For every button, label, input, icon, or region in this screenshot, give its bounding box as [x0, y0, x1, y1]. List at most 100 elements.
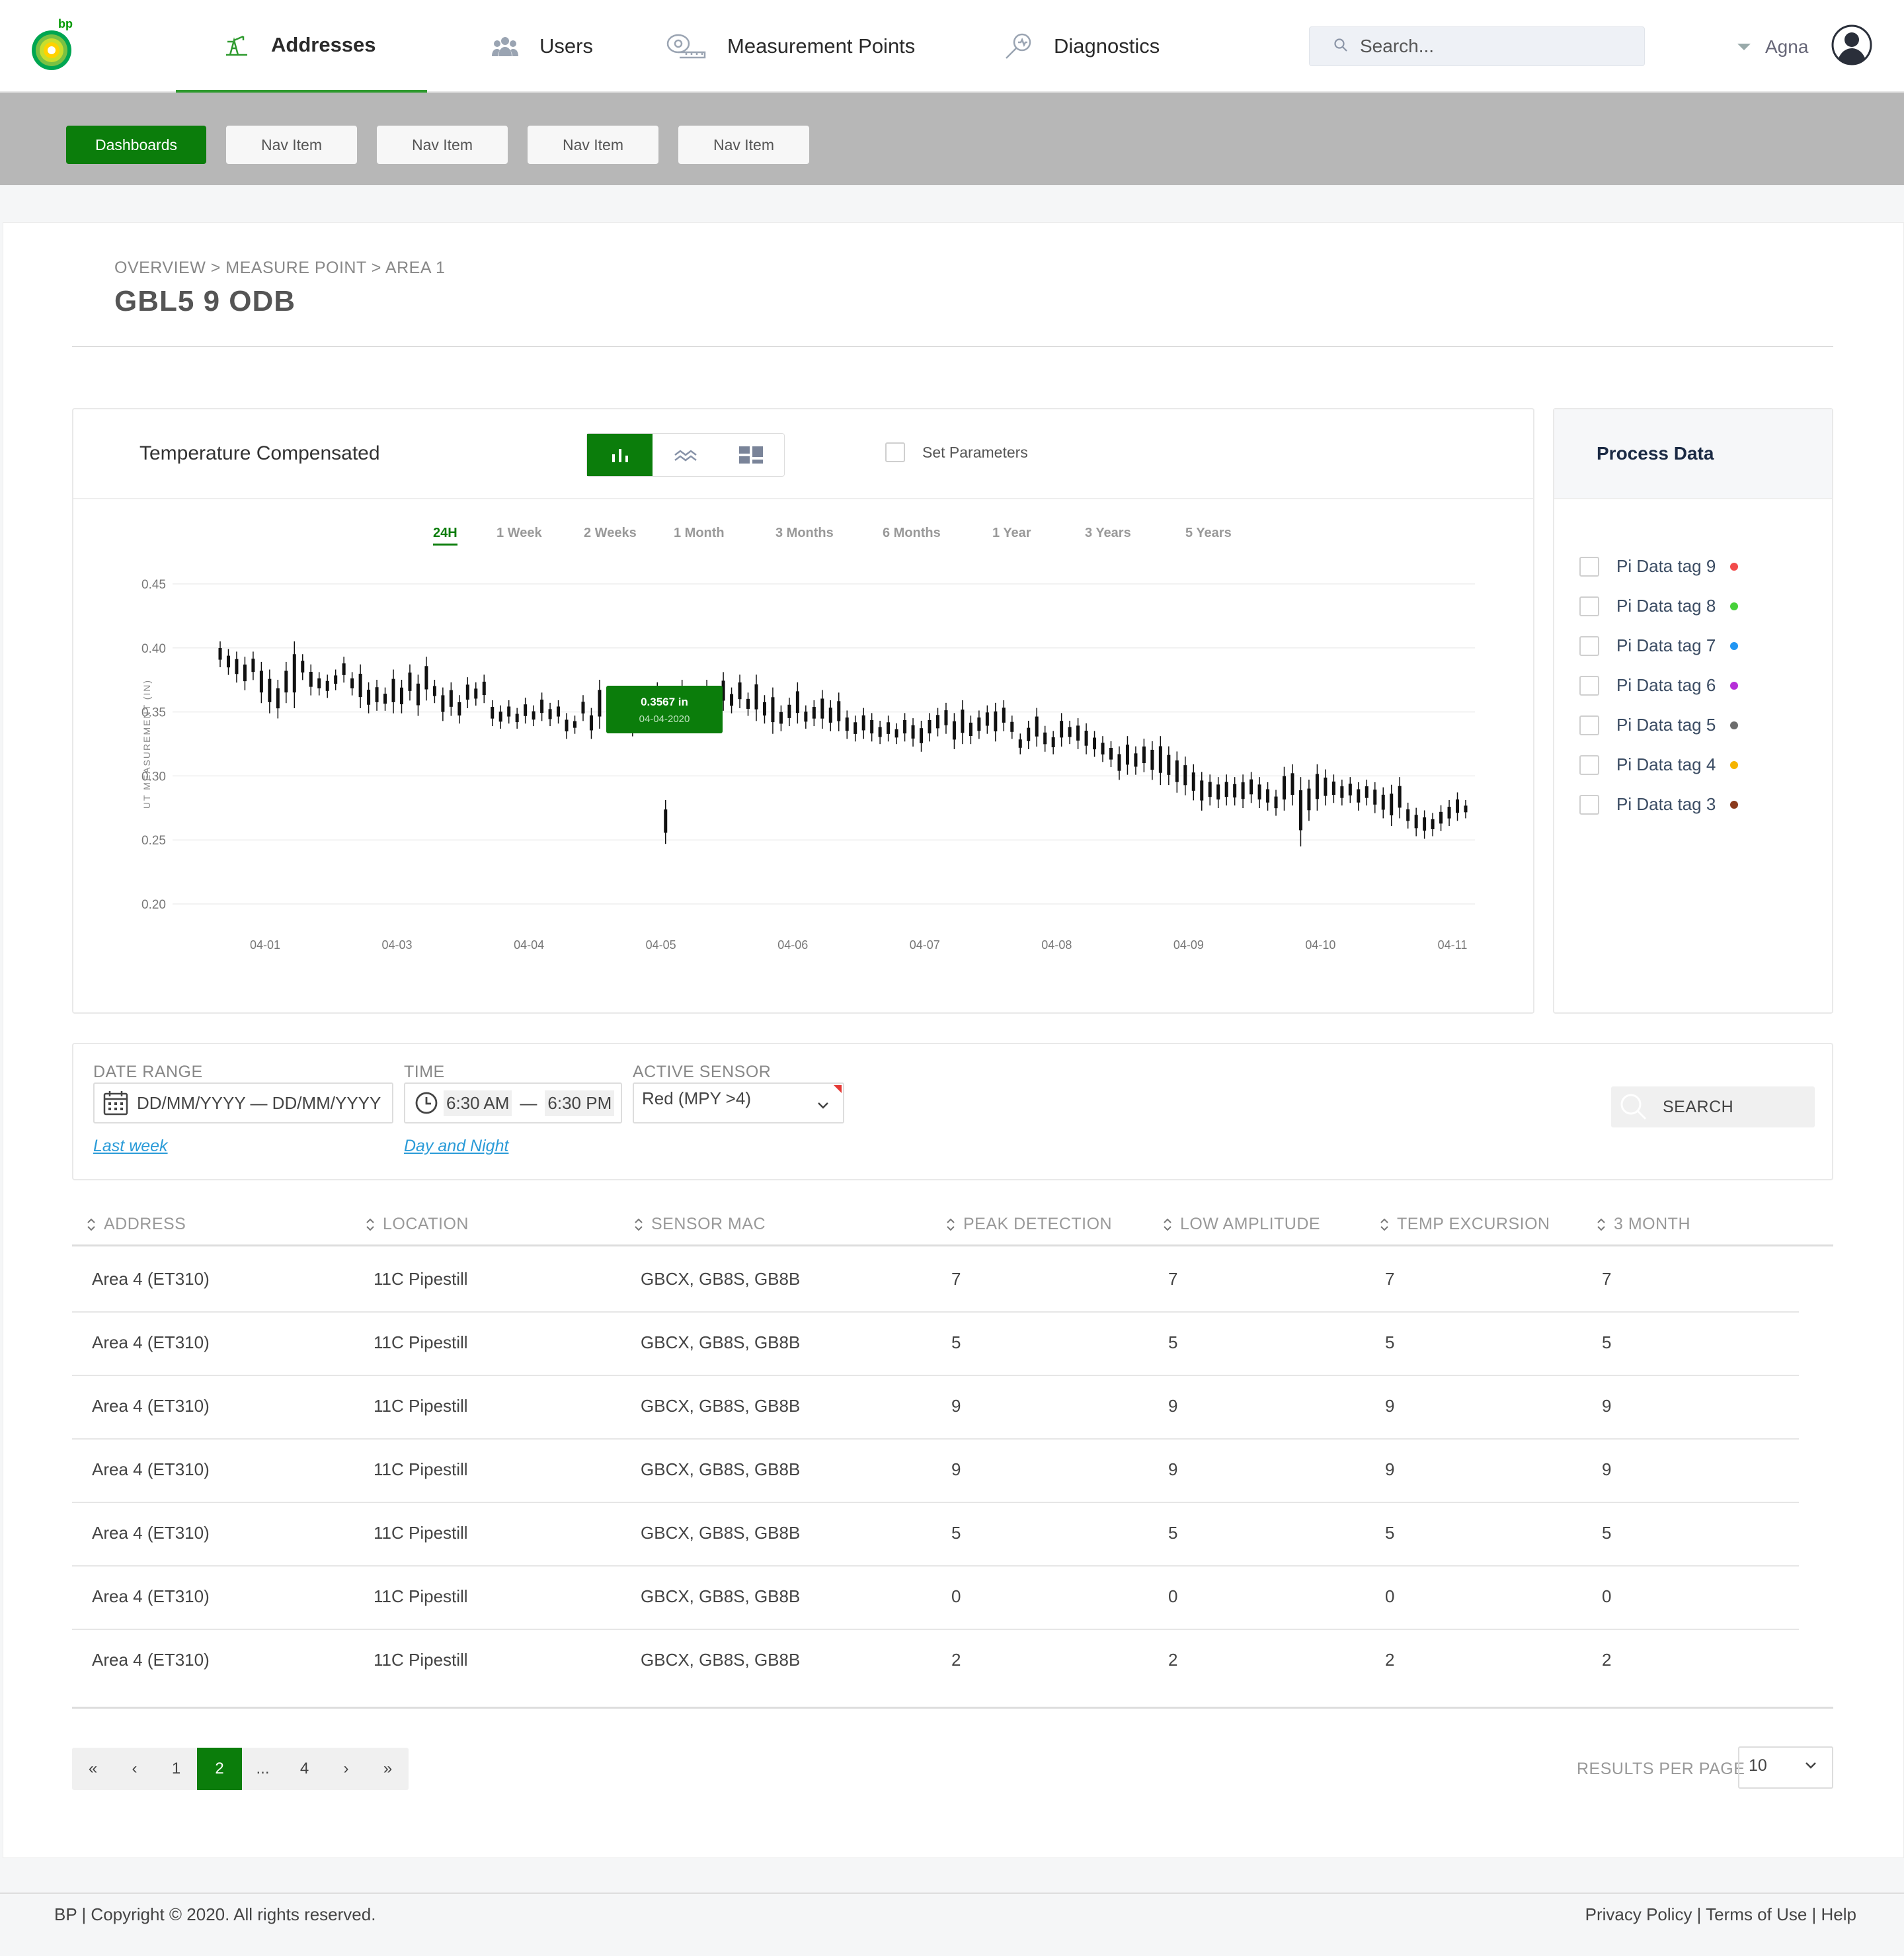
- subnav-item-2[interactable]: Nav Item: [226, 126, 357, 164]
- process-data-title: Process Data: [1554, 409, 1832, 499]
- tag-checkbox[interactable]: [1579, 715, 1599, 735]
- date-range-input[interactable]: DD/MM/YYYY — DD/MM/YYYY: [93, 1082, 393, 1123]
- candle-body: [350, 678, 354, 688]
- tag-checkbox[interactable]: [1579, 754, 1599, 775]
- cell-peak-detection: 7: [951, 1269, 961, 1289]
- column-header-address[interactable]: ADDRESS: [87, 1215, 186, 1234]
- cell-sensor-mac: GBCX, GB8S, GB8B: [641, 1269, 801, 1289]
- table-row[interactable]: Area 4 (ET310) 11C Pipestill GBCX, GB8S,…: [72, 1249, 1799, 1313]
- search-button[interactable]: SEARCH: [1611, 1086, 1815, 1127]
- tag-checkbox[interactable]: [1579, 596, 1599, 616]
- column-header-location[interactable]: LOCATION: [366, 1215, 469, 1234]
- page-prev-button[interactable]: ‹: [114, 1748, 155, 1790]
- subnav-dashboards-label: Dashboards: [95, 136, 178, 153]
- x-tick-label: 04-10: [1305, 938, 1335, 952]
- candle-body: [853, 722, 857, 734]
- process-tag-8[interactable]: Pi Data tag 8: [1579, 596, 1739, 616]
- avatar-icon[interactable]: [1831, 24, 1873, 69]
- column-header-temp-excursion[interactable]: TEMP EXCURSION: [1380, 1215, 1550, 1234]
- breadcrumb[interactable]: OVERVIEW > MEASURE POINT > AREA 1: [114, 259, 445, 278]
- page-last-button[interactable]: »: [367, 1748, 409, 1790]
- process-tag-9[interactable]: Pi Data tag 9: [1579, 556, 1739, 577]
- time-from[interactable]: 6:30 AM: [444, 1090, 512, 1116]
- cell-sensor-mac: GBCX, GB8S, GB8B: [641, 1523, 801, 1543]
- table-row[interactable]: Area 4 (ET310) 11C Pipestill GBCX, GB8S,…: [72, 1376, 1799, 1440]
- tag-checkbox[interactable]: [1579, 635, 1599, 656]
- candle-body: [870, 719, 874, 734]
- table-row[interactable]: Area 4 (ET310) 11C Pipestill GBCX, GB8S,…: [72, 1503, 1799, 1567]
- page-next-button[interactable]: ›: [325, 1748, 367, 1790]
- results-per-page-select[interactable]: 10: [1738, 1746, 1833, 1789]
- table-row[interactable]: Area 4 (ET310) 11C Pipestill GBCX, GB8S,…: [72, 1440, 1799, 1503]
- candle-body: [1142, 746, 1146, 764]
- date-range-label: DATE RANGE: [93, 1063, 203, 1081]
- candle-body: [589, 715, 593, 731]
- process-tag-4[interactable]: Pi Data tag 4: [1579, 754, 1739, 775]
- day-and-night-link[interactable]: Day and Night: [404, 1137, 508, 1156]
- candle-body: [598, 690, 602, 717]
- cell-address: Area 4 (ET310): [92, 1523, 210, 1543]
- candle-body: [432, 686, 436, 696]
- subnav-item-4[interactable]: Nav Item: [528, 126, 658, 164]
- tag-checkbox[interactable]: [1579, 794, 1599, 815]
- candle-body: [581, 702, 585, 713]
- tab-addresses[interactable]: Addresses: [176, 0, 427, 93]
- candle-body: [1241, 782, 1245, 799]
- footer-links[interactable]: Privacy Policy | Terms of Use | Help: [1585, 1904, 1856, 1925]
- candle-body: [540, 700, 544, 713]
- column-header-sensor-mac[interactable]: SENSOR MAC: [634, 1215, 766, 1234]
- process-tag-3[interactable]: Pi Data tag 3: [1579, 794, 1739, 815]
- search-button-label: SEARCH: [1663, 1097, 1734, 1116]
- subnav-dashboards[interactable]: Dashboards: [66, 126, 206, 164]
- tag-color-dot: [1730, 760, 1739, 769]
- search-input[interactable]: Search...: [1309, 26, 1645, 66]
- tag-checkbox[interactable]: [1579, 556, 1599, 577]
- process-tag-6[interactable]: Pi Data tag 6: [1579, 675, 1739, 696]
- column-header-label: PEAK DETECTION: [963, 1215, 1113, 1233]
- candle-body: [1447, 807, 1451, 819]
- table-row[interactable]: Area 4 (ET310) 11C Pipestill GBCX, GB8S,…: [72, 1313, 1799, 1376]
- table-row[interactable]: Area 4 (ET310) 11C Pipestill GBCX, GB8S,…: [72, 1567, 1799, 1630]
- table-row[interactable]: Area 4 (ET310) 11C Pipestill GBCX, GB8S,…: [72, 1630, 1799, 1693]
- active-sensor-label: ACTIVE SENSOR: [633, 1063, 772, 1081]
- tag-label: Pi Data tag 8: [1616, 596, 1716, 616]
- active-sensor-select[interactable]: Red (MPY >4): [633, 1082, 844, 1123]
- tab-users[interactable]: Users: [492, 0, 593, 93]
- time-range-input[interactable]: 6:30 AM — 6:30 PM: [404, 1082, 622, 1123]
- candle-body: [449, 690, 453, 707]
- candle-body: [408, 672, 412, 691]
- cell-location: 11C Pipestill: [374, 1650, 468, 1670]
- process-tag-5[interactable]: Pi Data tag 5: [1579, 715, 1739, 735]
- tag-color-dot: [1730, 562, 1739, 571]
- page-1-button[interactable]: 1: [155, 1748, 197, 1790]
- time-to[interactable]: 6:30 PM: [545, 1090, 615, 1116]
- column-header-low-amplitude[interactable]: LOW AMPLITUDE: [1163, 1215, 1320, 1234]
- page-2-button[interactable]: 2: [197, 1748, 242, 1790]
- last-week-link[interactable]: Last week: [93, 1137, 168, 1156]
- candle-body: [491, 707, 495, 719]
- tag-checkbox[interactable]: [1579, 675, 1599, 696]
- candle-body: [878, 727, 882, 737]
- page-4-button[interactable]: 4: [284, 1748, 325, 1790]
- tape-measure-icon: [666, 33, 706, 60]
- column-header-3-month[interactable]: 3 MONTH: [1597, 1215, 1690, 1234]
- candle-body: [969, 722, 972, 736]
- subnav-item-3[interactable]: Nav Item: [377, 126, 508, 164]
- sort-icon: [87, 1217, 96, 1232]
- page-first-button[interactable]: «: [72, 1748, 114, 1790]
- tab-measurement-points[interactable]: Measurement Points: [666, 0, 915, 93]
- user-menu[interactable]: Agna: [1737, 24, 1873, 69]
- candle-body: [235, 659, 239, 674]
- candle-body: [1431, 819, 1435, 829]
- cell-low-amplitude: 2: [1168, 1650, 1178, 1670]
- tab-diagnostics[interactable]: Diagnostics: [1004, 0, 1160, 93]
- column-header-peak-detection[interactable]: PEAK DETECTION: [946, 1215, 1112, 1234]
- subnav-item-5[interactable]: Nav Item: [678, 126, 809, 164]
- candle-body: [259, 671, 263, 693]
- x-tick-label: 04-11: [1438, 938, 1468, 952]
- candle-body: [664, 809, 668, 833]
- bp-logo[interactable]: bp: [30, 17, 78, 73]
- user-name: Agna: [1765, 36, 1809, 57]
- process-tag-7[interactable]: Pi Data tag 7: [1579, 635, 1739, 656]
- tooltip-value: 0.3567 in: [641, 696, 688, 708]
